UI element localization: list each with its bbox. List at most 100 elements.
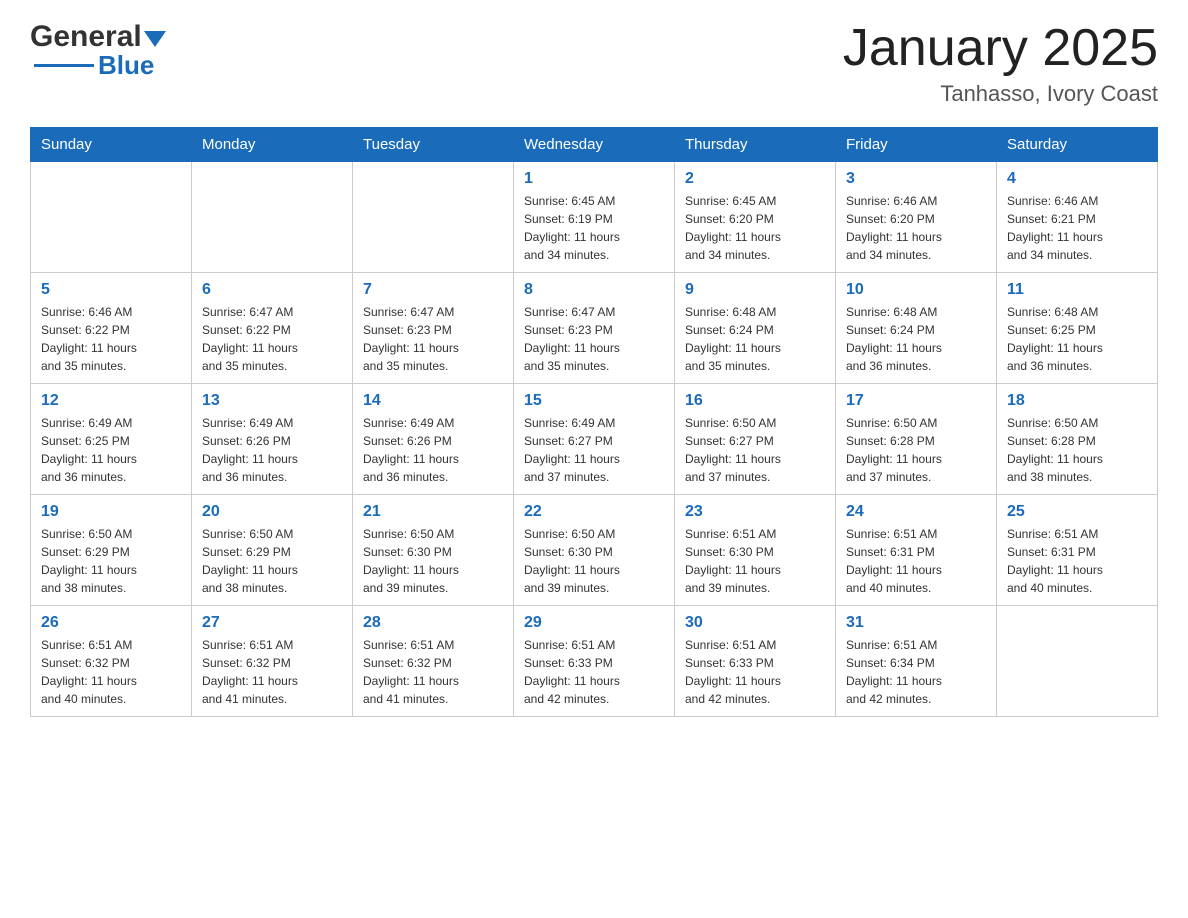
day-number: 31	[846, 614, 986, 632]
calendar-cell: 10Sunrise: 6:48 AM Sunset: 6:24 PM Dayli…	[836, 273, 997, 384]
day-info: Sunrise: 6:51 AM Sunset: 6:30 PM Dayligh…	[685, 525, 825, 597]
day-number: 24	[846, 503, 986, 521]
day-number: 29	[524, 614, 664, 632]
day-info: Sunrise: 6:50 AM Sunset: 6:28 PM Dayligh…	[846, 414, 986, 486]
day-number: 23	[685, 503, 825, 521]
day-info: Sunrise: 6:49 AM Sunset: 6:27 PM Dayligh…	[524, 414, 664, 486]
calendar-cell: 14Sunrise: 6:49 AM Sunset: 6:26 PM Dayli…	[353, 384, 514, 495]
calendar-cell: 16 Sunrise: 6:50 AM Sunset: 6:27 PM Dayli…	[675, 384, 836, 495]
calendar-week-row: 1 Sunrise: 6:45 AM Sunset: 6:19 PM Daylig…	[31, 162, 1158, 273]
day-number: 10	[846, 281, 986, 299]
day-number: 18	[1007, 392, 1147, 410]
day-number: 12	[41, 392, 181, 410]
day-info: Sunrise: 6:51 AM Sunset: 6:32 PM Dayligh…	[363, 636, 503, 708]
calendar-header-tuesday: Tuesday	[353, 128, 514, 162]
calendar-cell: 23 Sunrise: 6:51 AM Sunset: 6:30 PM Dayli…	[675, 495, 836, 606]
day-number: 9	[685, 281, 825, 299]
calendar-cell: 15 Sunrise: 6:49 AM Sunset: 6:27 PM Dayli…	[514, 384, 675, 495]
day-number: 22	[524, 503, 664, 521]
logo-triangle-icon	[144, 31, 166, 47]
calendar-cell: 26 Sunrise: 6:51 AM Sunset: 6:32 PM Dayli…	[31, 606, 192, 717]
day-info: Sunrise: 6:50 AM Sunset: 6:30 PM Dayligh…	[363, 525, 503, 597]
day-info: Sunrise: 6:51 AM Sunset: 6:33 PM Dayligh…	[685, 636, 825, 708]
day-info: Sunrise: 6:46 AM Sunset: 6:20 PM Dayligh…	[846, 192, 986, 264]
calendar-cell: 4 Sunrise: 6:46 AM Sunset: 6:21 PM Daylig…	[997, 162, 1158, 273]
calendar-header-saturday: Saturday	[997, 128, 1158, 162]
calendar-cell: 27Sunrise: 6:51 AM Sunset: 6:32 PM Dayli…	[192, 606, 353, 717]
calendar-cell	[997, 606, 1158, 717]
day-info: Sunrise: 6:50 AM Sunset: 6:27 PM Dayligh…	[685, 414, 825, 486]
day-number: 30	[685, 614, 825, 632]
day-info: Sunrise: 6:47 AM Sunset: 6:23 PM Dayligh…	[524, 303, 664, 375]
calendar-week-row: 26 Sunrise: 6:51 AM Sunset: 6:32 PM Dayli…	[31, 606, 1158, 717]
calendar-table: SundayMondayTuesdayWednesdayThursdayFrid…	[30, 127, 1158, 717]
calendar-cell	[192, 162, 353, 273]
day-info: Sunrise: 6:46 AM Sunset: 6:21 PM Dayligh…	[1007, 192, 1147, 264]
day-info: Sunrise: 6:45 AM Sunset: 6:19 PM Dayligh…	[524, 192, 664, 264]
calendar-cell	[353, 162, 514, 273]
day-number: 1	[524, 170, 664, 188]
calendar-cell: 28 Sunrise: 6:51 AM Sunset: 6:32 PM Dayli…	[353, 606, 514, 717]
day-number: 3	[846, 170, 986, 188]
day-info: Sunrise: 6:48 AM Sunset: 6:25 PM Dayligh…	[1007, 303, 1147, 375]
calendar-cell: 29 Sunrise: 6:51 AM Sunset: 6:33 PM Dayli…	[514, 606, 675, 717]
day-number: 8	[524, 281, 664, 299]
title-block: January 2025 Tanhasso, Ivory Coast	[843, 20, 1158, 107]
logo: General Blue	[30, 20, 166, 81]
day-info: Sunrise: 6:50 AM Sunset: 6:28 PM Dayligh…	[1007, 414, 1147, 486]
calendar-cell: 21 Sunrise: 6:50 AM Sunset: 6:30 PM Dayli…	[353, 495, 514, 606]
day-number: 15	[524, 392, 664, 410]
calendar-cell: 6Sunrise: 6:47 AM Sunset: 6:22 PM Daylig…	[192, 273, 353, 384]
calendar-header-row: SundayMondayTuesdayWednesdayThursdayFrid…	[31, 128, 1158, 162]
calendar-cell: 5Sunrise: 6:46 AM Sunset: 6:22 PM Daylig…	[31, 273, 192, 384]
calendar-cell	[31, 162, 192, 273]
day-number: 4	[1007, 170, 1147, 188]
day-info: Sunrise: 6:47 AM Sunset: 6:23 PM Dayligh…	[363, 303, 503, 375]
calendar-week-row: 5Sunrise: 6:46 AM Sunset: 6:22 PM Daylig…	[31, 273, 1158, 384]
calendar-header-monday: Monday	[192, 128, 353, 162]
day-info: Sunrise: 6:51 AM Sunset: 6:32 PM Dayligh…	[41, 636, 181, 708]
day-info: Sunrise: 6:50 AM Sunset: 6:30 PM Dayligh…	[524, 525, 664, 597]
calendar-cell: 30 Sunrise: 6:51 AM Sunset: 6:33 PM Dayli…	[675, 606, 836, 717]
day-number: 27	[202, 614, 342, 632]
day-number: 16	[685, 392, 825, 410]
page-header: General Blue January 2025 Tanhasso, Ivor…	[30, 20, 1158, 107]
calendar-cell: 18 Sunrise: 6:50 AM Sunset: 6:28 PM Dayli…	[997, 384, 1158, 495]
day-info: Sunrise: 6:51 AM Sunset: 6:31 PM Dayligh…	[846, 525, 986, 597]
day-info: Sunrise: 6:50 AM Sunset: 6:29 PM Dayligh…	[202, 525, 342, 597]
day-info: Sunrise: 6:49 AM Sunset: 6:25 PM Dayligh…	[41, 414, 181, 486]
calendar-week-row: 19 Sunrise: 6:50 AM Sunset: 6:29 PM Dayli…	[31, 495, 1158, 606]
calendar-header-sunday: Sunday	[31, 128, 192, 162]
calendar-week-row: 12 Sunrise: 6:49 AM Sunset: 6:25 PM Dayli…	[31, 384, 1158, 495]
day-number: 26	[41, 614, 181, 632]
day-info: Sunrise: 6:49 AM Sunset: 6:26 PM Dayligh…	[363, 414, 503, 486]
calendar-cell: 25Sunrise: 6:51 AM Sunset: 6:31 PM Dayli…	[997, 495, 1158, 606]
calendar-header-wednesday: Wednesday	[514, 128, 675, 162]
calendar-cell: 13Sunrise: 6:49 AM Sunset: 6:26 PM Dayli…	[192, 384, 353, 495]
day-info: Sunrise: 6:50 AM Sunset: 6:29 PM Dayligh…	[41, 525, 181, 597]
day-info: Sunrise: 6:46 AM Sunset: 6:22 PM Dayligh…	[41, 303, 181, 375]
day-number: 17	[846, 392, 986, 410]
day-number: 6	[202, 281, 342, 299]
calendar-cell: 12 Sunrise: 6:49 AM Sunset: 6:25 PM Dayli…	[31, 384, 192, 495]
calendar-cell: 3 Sunrise: 6:46 AM Sunset: 6:20 PM Daylig…	[836, 162, 997, 273]
calendar-cell: 8 Sunrise: 6:47 AM Sunset: 6:23 PM Daylig…	[514, 273, 675, 384]
logo-general-text: General	[30, 20, 142, 54]
calendar-cell: 19 Sunrise: 6:50 AM Sunset: 6:29 PM Dayli…	[31, 495, 192, 606]
location-subtitle: Tanhasso, Ivory Coast	[843, 81, 1158, 107]
calendar-cell: 2Sunrise: 6:45 AM Sunset: 6:20 PM Daylig…	[675, 162, 836, 273]
calendar-header-friday: Friday	[836, 128, 997, 162]
day-info: Sunrise: 6:48 AM Sunset: 6:24 PM Dayligh…	[685, 303, 825, 375]
day-info: Sunrise: 6:51 AM Sunset: 6:33 PM Dayligh…	[524, 636, 664, 708]
calendar-cell: 1 Sunrise: 6:45 AM Sunset: 6:19 PM Daylig…	[514, 162, 675, 273]
day-number: 21	[363, 503, 503, 521]
day-number: 28	[363, 614, 503, 632]
calendar-cell: 11Sunrise: 6:48 AM Sunset: 6:25 PM Dayli…	[997, 273, 1158, 384]
day-number: 19	[41, 503, 181, 521]
calendar-cell: 31Sunrise: 6:51 AM Sunset: 6:34 PM Dayli…	[836, 606, 997, 717]
calendar-cell: 24 Sunrise: 6:51 AM Sunset: 6:31 PM Dayli…	[836, 495, 997, 606]
day-number: 25	[1007, 503, 1147, 521]
day-number: 2	[685, 170, 825, 188]
day-number: 7	[363, 281, 503, 299]
calendar-cell: 20Sunrise: 6:50 AM Sunset: 6:29 PM Dayli…	[192, 495, 353, 606]
